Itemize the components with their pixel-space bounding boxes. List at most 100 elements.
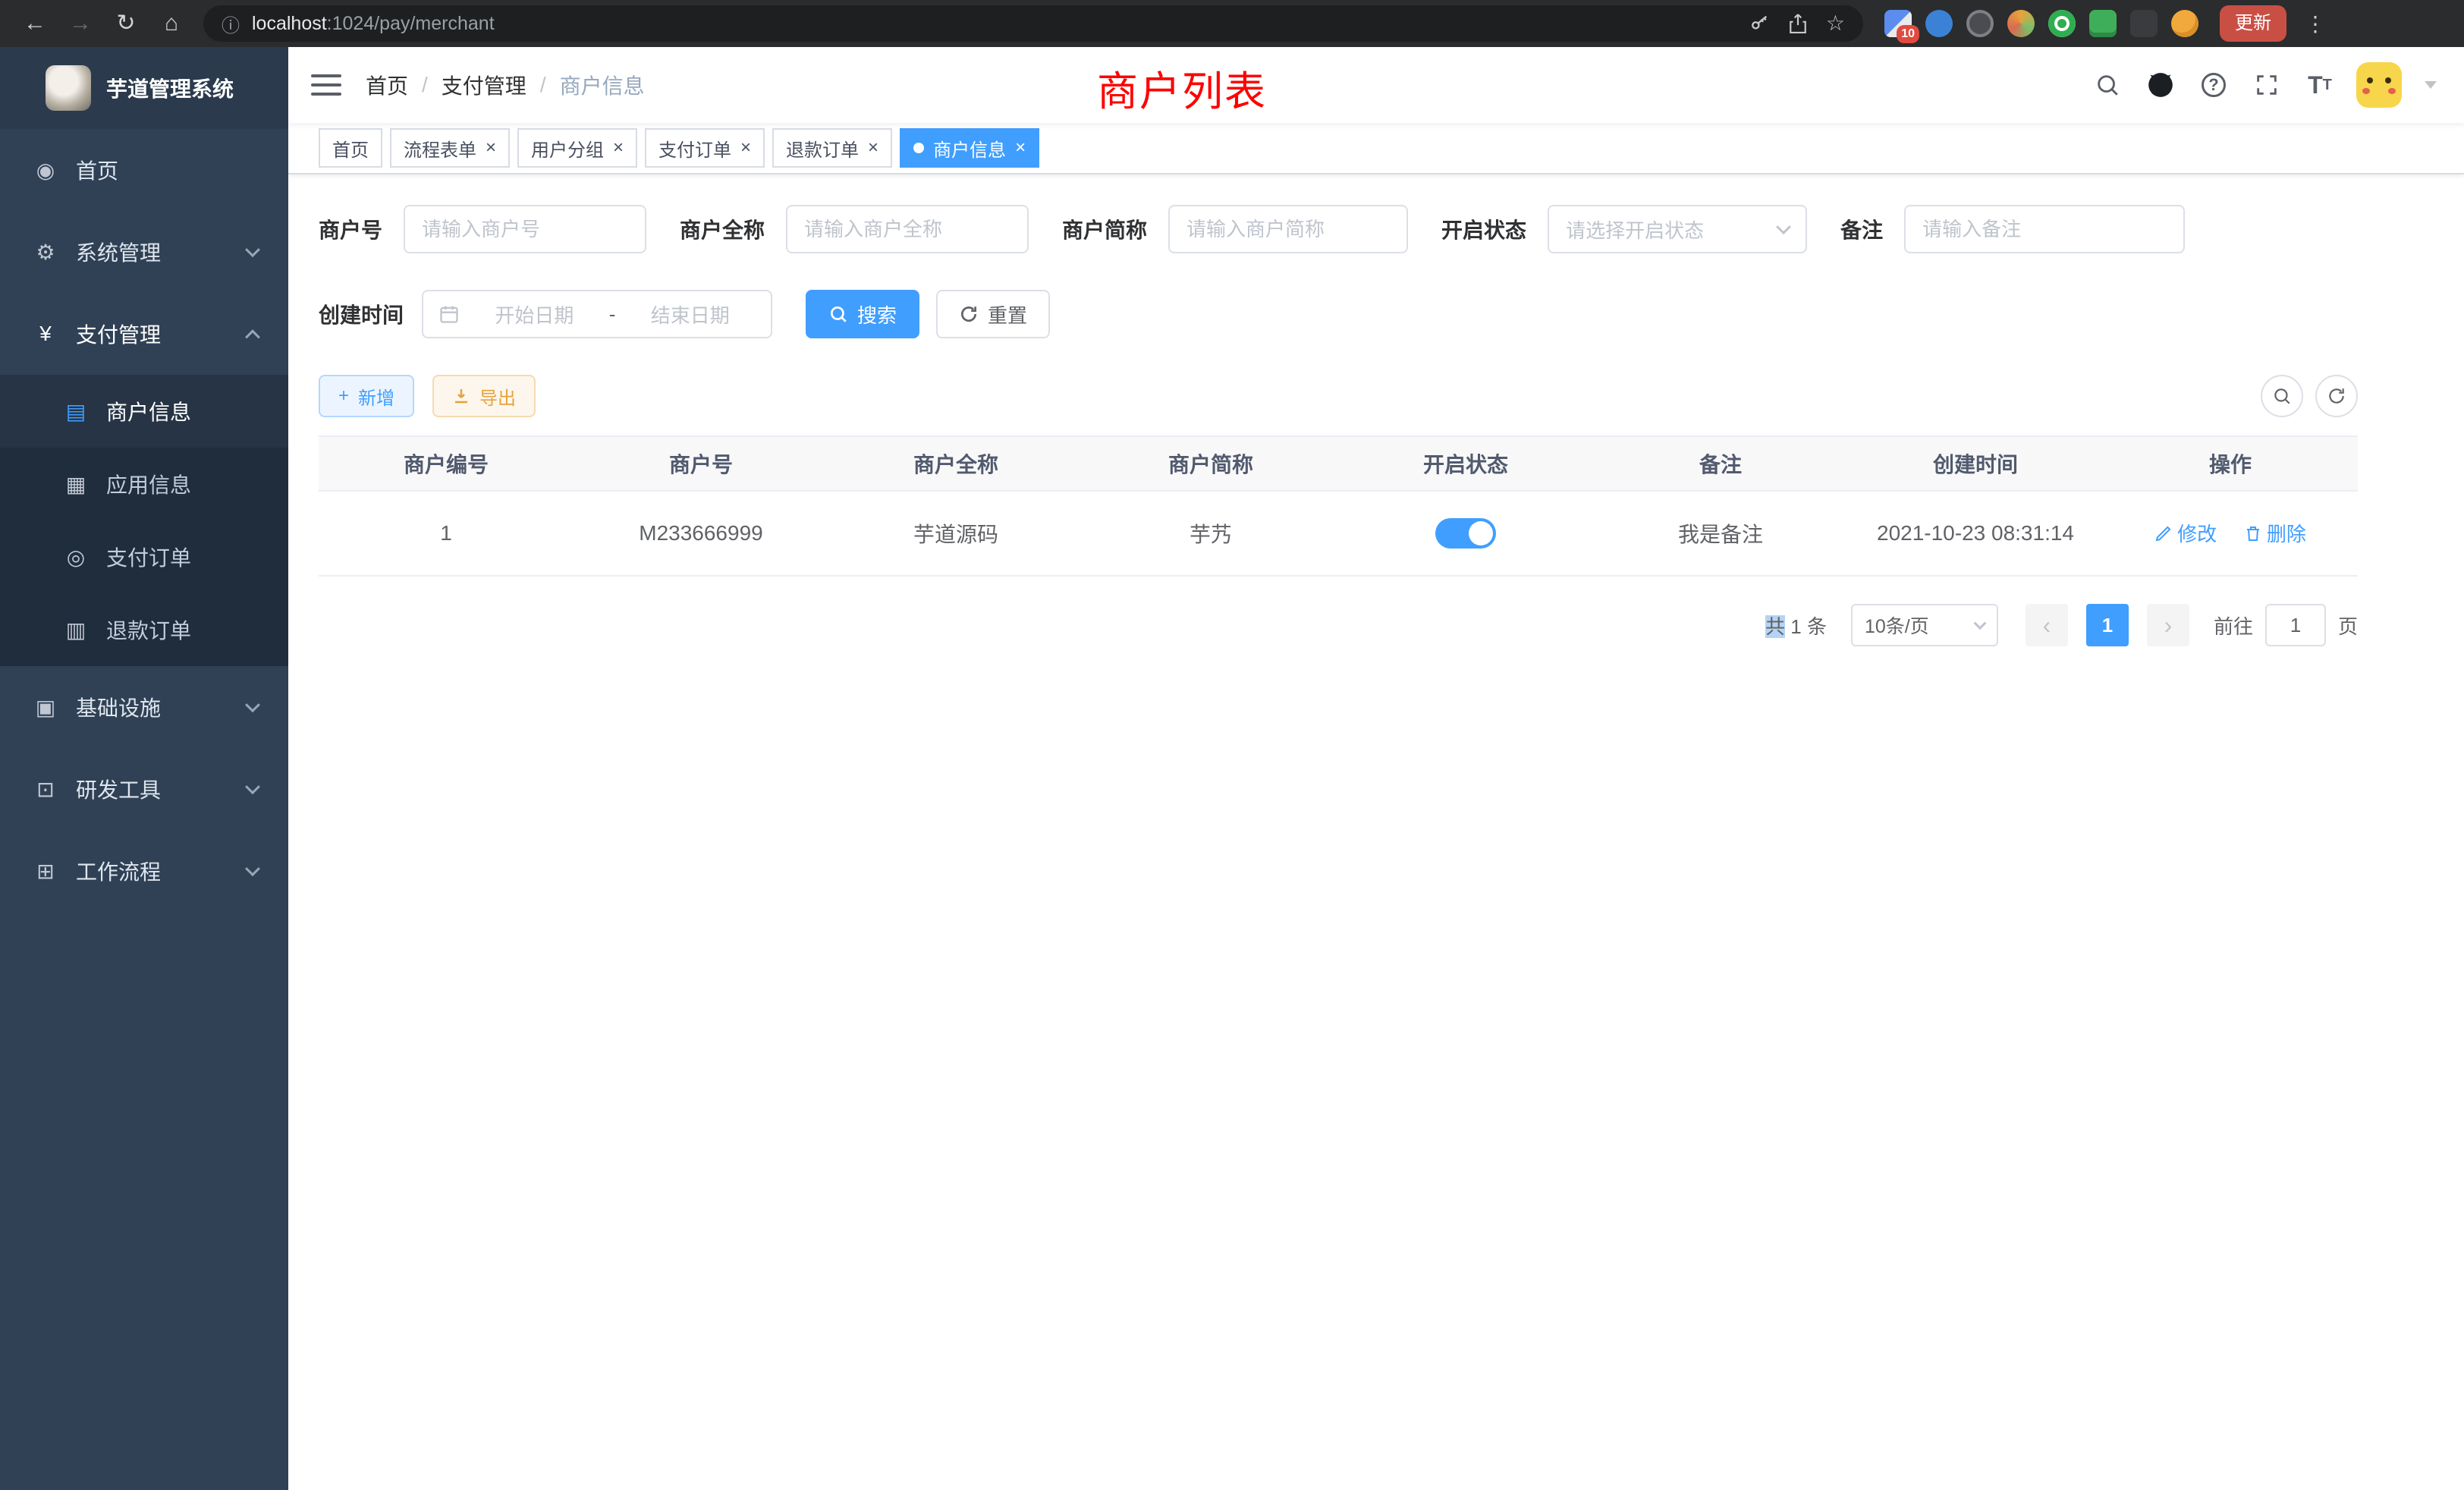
tab-refund-order[interactable]: 退款订单× <box>772 128 892 168</box>
table-row[interactable]: 1 M233666999 芋道源码 芋艿 我是备注 2021-10-23 08:… <box>319 491 2358 576</box>
sidebar-submenu-payment: ▤ 商户信息 ▦ 应用信息 ◎ 支付订单 ▥ 退款订单 <box>0 375 288 666</box>
home-button[interactable]: ⌂ <box>152 0 191 47</box>
extension-dark-icon[interactable] <box>1966 10 1994 37</box>
sidebar-item-pay-order[interactable]: ◎ 支付订单 <box>0 520 288 593</box>
app-logo[interactable]: 芋道管理系统 <box>0 47 288 129</box>
tab-pay-order[interactable]: 支付订单× <box>645 128 765 168</box>
grid-icon: ▦ <box>64 472 88 497</box>
extensions-cluster: 10 <box>1884 10 2198 37</box>
date-range-picker[interactable]: 开始日期 - 结束日期 <box>422 290 772 338</box>
prev-page-button[interactable]: ‹ <box>2026 604 2068 646</box>
goto-page-input[interactable] <box>2265 604 2326 646</box>
chevron-down-icon <box>1776 219 1791 234</box>
tab-close-icon[interactable]: × <box>486 139 496 157</box>
add-button[interactable]: + 新增 <box>319 375 414 417</box>
next-page-button[interactable]: › <box>2147 604 2189 646</box>
chevron-up-icon <box>245 329 260 344</box>
tab-close-icon[interactable]: × <box>1015 139 1026 157</box>
site-info-icon[interactable]: ⓘ <box>222 11 240 37</box>
extension-doc-icon[interactable] <box>2089 10 2117 37</box>
status-select[interactable]: 请选择开启状态 <box>1548 205 1807 253</box>
password-key-icon[interactable] <box>1749 13 1770 34</box>
extension-avatar-icon[interactable] <box>2007 10 2035 37</box>
forward-button[interactable]: → <box>61 0 100 47</box>
gear-icon: ⚙ <box>33 240 58 265</box>
tab-process-form[interactable]: 流程表单× <box>390 128 510 168</box>
extension-grid-icon[interactable]: 10 <box>1884 10 1912 37</box>
tab-home[interactable]: 首页 <box>319 128 382 168</box>
tags-view-bar: 首页 流程表单× 用户分组× 支付订单× 退款订单× 商户信息× <box>288 123 2464 174</box>
address-bar[interactable]: ⓘ localhost:1024/pay/merchant ☆ <box>203 5 1863 42</box>
remark-input[interactable] <box>1904 205 2185 253</box>
sidebar: 芋道管理系统 ◉ 首页 ⚙ 系统管理 ¥ 支付管理 <box>0 47 288 1490</box>
search-button[interactable]: 搜索 <box>806 290 919 338</box>
export-button[interactable]: 导出 <box>432 375 536 417</box>
reset-button[interactable]: 重置 <box>936 290 1050 338</box>
user-avatar[interactable] <box>2356 62 2402 108</box>
trash-icon <box>2244 524 2262 542</box>
current-page-button[interactable]: 1 <box>2086 604 2129 646</box>
sidebar-item-label: 应用信息 <box>106 469 191 499</box>
table-toolbar: + 新增 导出 <box>319 375 2358 417</box>
page-size-select[interactable]: 10条/页 <box>1851 604 1998 646</box>
short-name-input[interactable] <box>1168 205 1408 253</box>
chevron-down-icon <box>245 861 260 876</box>
page-annotation: 商户列表 <box>1097 58 1267 118</box>
github-icon[interactable] <box>2144 68 2177 102</box>
hamburger-icon[interactable] <box>311 74 341 96</box>
font-size-icon[interactable]: TT <box>2303 68 2337 102</box>
url-text[interactable]: localhost:1024/pay/merchant <box>252 13 1736 35</box>
tab-user-group[interactable]: 用户分组× <box>517 128 637 168</box>
tab-close-icon[interactable]: × <box>868 139 878 157</box>
sidebar-item-workflow[interactable]: ⊞ 工作流程 <box>0 830 288 912</box>
short-name-label: 商户简称 <box>1062 214 1147 244</box>
cell-merchant-index: 1 <box>319 491 574 576</box>
browser-toolbar: ← → ↻ ⌂ ⓘ localhost:1024/pay/merchant ☆ … <box>0 0 2464 47</box>
sidebar-item-infrastructure[interactable]: ▣ 基础设施 <box>0 666 288 748</box>
dashboard-icon: ◉ <box>33 158 58 183</box>
monitor-icon: ▣ <box>33 695 58 720</box>
status-toggle[interactable] <box>1435 518 1496 549</box>
back-button[interactable]: ← <box>15 0 55 47</box>
fullscreen-icon[interactable] <box>2250 68 2283 102</box>
show-search-toggle-button[interactable] <box>2261 375 2303 417</box>
cell-merchant-no: M233666999 <box>574 491 828 576</box>
sidebar-item-system[interactable]: ⚙ 系统管理 <box>0 211 288 293</box>
target-icon: ◎ <box>64 545 88 570</box>
delete-link[interactable]: 删除 <box>2244 519 2306 547</box>
help-icon[interactable]: ? <box>2197 68 2230 102</box>
edit-link[interactable]: 修改 <box>2154 519 2217 547</box>
extension-smiley-icon[interactable] <box>2171 10 2198 37</box>
reload-button[interactable]: ↻ <box>106 0 146 47</box>
sidebar-item-merchant-info[interactable]: ▤ 商户信息 <box>0 375 288 448</box>
bookmark-star-icon[interactable]: ☆ <box>1826 13 1845 34</box>
logo-avatar <box>46 65 91 111</box>
search-icon[interactable] <box>2091 68 2124 102</box>
merchant-no-input[interactable] <box>404 205 646 253</box>
sidebar-item-home[interactable]: ◉ 首页 <box>0 129 288 211</box>
navbar-actions: ? TT <box>2091 62 2464 108</box>
sidebar-item-payment[interactable]: ¥ 支付管理 <box>0 293 288 375</box>
sidebar-item-app-info[interactable]: ▦ 应用信息 <box>0 448 288 520</box>
tab-merchant-info[interactable]: 商户信息× <box>900 128 1039 168</box>
update-button[interactable]: 更新 <box>2220 5 2286 42</box>
breadcrumb-payment[interactable]: 支付管理 <box>442 70 526 100</box>
column-header: 商户号 <box>574 436 828 491</box>
toolbox-icon: ⊡ <box>33 777 58 802</box>
breadcrumb-home[interactable]: 首页 <box>366 70 408 100</box>
refresh-table-button[interactable] <box>2315 375 2358 417</box>
sidebar-item-dev-tools[interactable]: ⊡ 研发工具 <box>0 748 288 830</box>
full-name-input[interactable] <box>786 205 1029 253</box>
browser-menu-icon[interactable]: ⋮ <box>2305 11 2326 36</box>
extension-green-icon[interactable] <box>2048 10 2076 37</box>
avatar-caret-icon[interactable] <box>2425 81 2437 89</box>
tab-close-icon[interactable]: × <box>613 139 624 157</box>
column-header: 创建时间 <box>1848 436 2103 491</box>
sidebar-item-refund-order[interactable]: ▥ 退款订单 <box>0 593 288 666</box>
extension-blue-icon[interactable] <box>1925 10 1953 37</box>
sidebar-menu: ◉ 首页 ⚙ 系统管理 ¥ 支付管理 ▤ 商户信息 <box>0 129 288 912</box>
extension-puzzle-icon[interactable] <box>2130 10 2158 37</box>
tab-close-icon[interactable]: × <box>740 139 751 157</box>
share-icon[interactable] <box>1788 12 1808 35</box>
goto-label: 前往 <box>2214 611 2253 640</box>
